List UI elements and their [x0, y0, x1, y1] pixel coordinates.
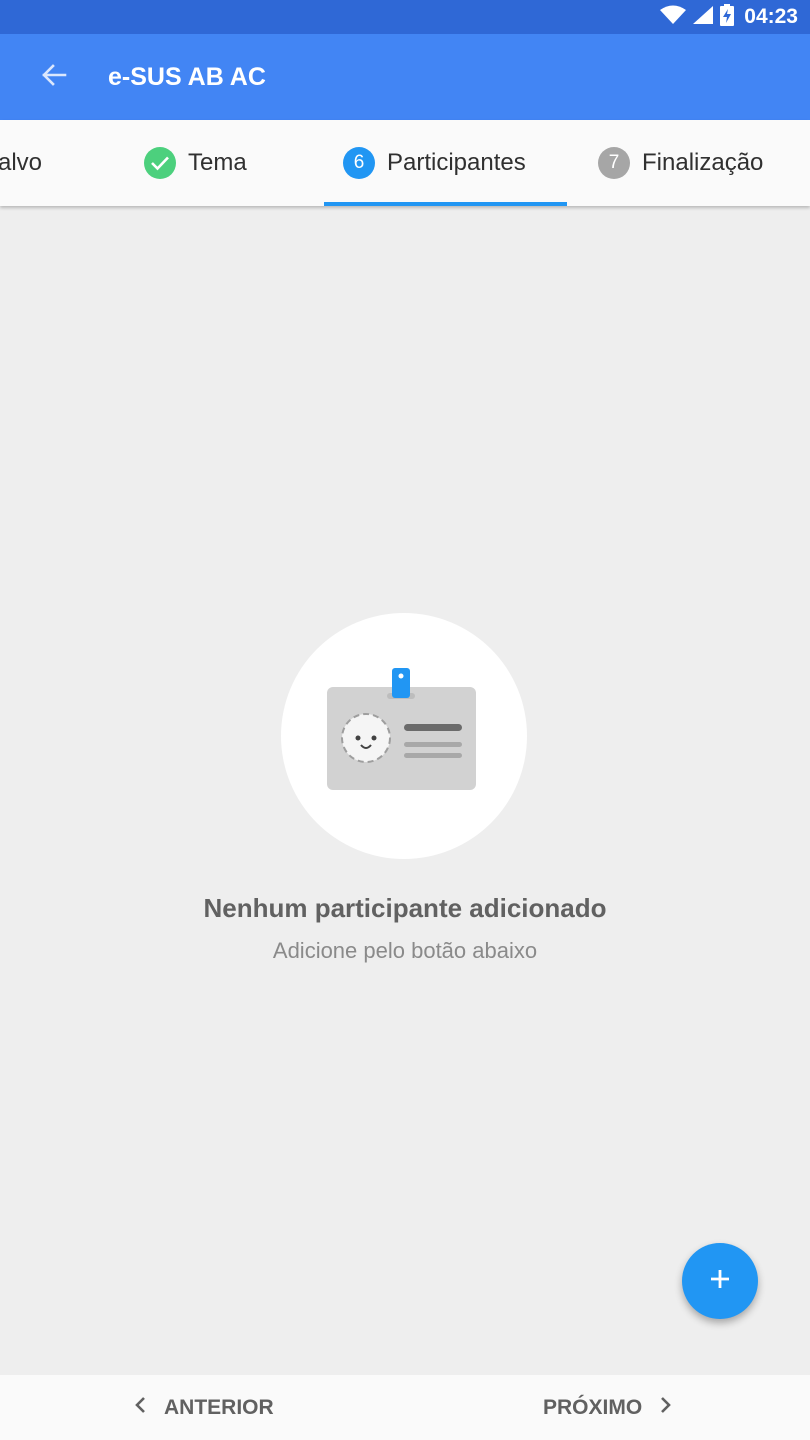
add-participant-button[interactable] [682, 1243, 758, 1319]
bottom-navigation: ANTERIOR PRÓXIMO [0, 1375, 810, 1440]
id-badge-icon [281, 668, 527, 863]
chevron-right-icon [660, 1396, 672, 1420]
step-number-badge: 6 [343, 147, 375, 179]
arrow-left-icon [41, 63, 67, 92]
previous-label: ANTERIOR [164, 1395, 274, 1419]
empty-state-subtitle: Adicione pelo botão abaixo [272, 938, 538, 963]
step-label: Participantes [387, 149, 526, 176]
step-tema[interactable]: Tema [144, 120, 247, 206]
active-step-indicator [324, 202, 567, 206]
wifi-icon [660, 5, 687, 30]
step-number-badge: 7 [598, 147, 630, 179]
status-bar: 04:23 [0, 0, 810, 34]
empty-state-illustration [281, 613, 527, 859]
app-title: e-SUS AB AC [108, 63, 266, 91]
signal-icon [692, 5, 714, 30]
plus-icon [709, 1268, 731, 1295]
previous-button[interactable]: ANTERIOR [134, 1375, 274, 1440]
check-icon [144, 147, 176, 179]
back-button[interactable] [30, 56, 78, 98]
next-label: PRÓXIMO [543, 1395, 643, 1419]
step-finalizacao[interactable]: 7 Finalização [598, 120, 763, 206]
empty-state-title: Nenhum participante adicionado [203, 893, 607, 923]
status-icons: 04:23 [660, 0, 798, 34]
chevron-left-icon [134, 1396, 146, 1420]
status-time: 04:23 [744, 5, 798, 28]
next-button[interactable]: PRÓXIMO [543, 1375, 672, 1440]
step-label: Tema [188, 149, 247, 176]
step-label: Finalização [642, 149, 764, 176]
step-label: alvo [0, 149, 43, 176]
app-bar: e-SUS AB AC [0, 34, 810, 120]
battery-charging-icon [720, 3, 735, 31]
stepper-tabs: alvo Tema 6 Participantes 7 Finalização [0, 120, 810, 206]
step-publico-alvo[interactable]: alvo [0, 120, 42, 206]
step-participantes[interactable]: 6 Participantes [343, 120, 526, 206]
